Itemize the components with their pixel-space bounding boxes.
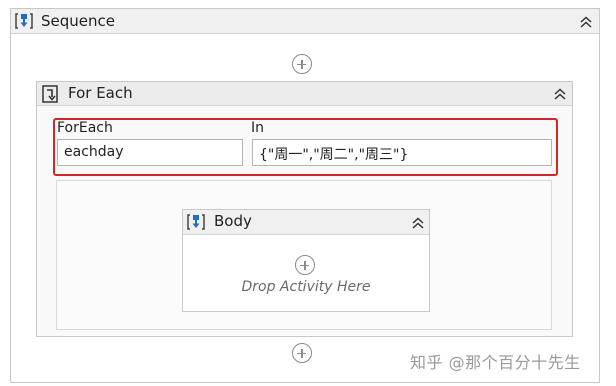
in-collection-field[interactable]: {"周一","周二","周三"} [252,139,552,166]
body-header[interactable]: Body [183,210,429,235]
foreach-icon [42,85,58,103]
collapse-chevrons-icon[interactable] [410,215,426,231]
foreach-activity[interactable]: For Each ForEach eachday In {"周一","周二","… [36,81,573,337]
watermark: 知乎 @那个百分十先生 [410,353,581,372]
sequence-title: Sequence [41,12,115,30]
item-variable-field[interactable]: eachday [57,139,243,166]
collapse-chevrons-icon[interactable] [552,86,568,102]
in-label: In [251,120,265,136]
body-title: Body [214,212,252,230]
sequence-activity[interactable]: Sequence For Each ForEach eachday In {"周… [10,8,600,383]
sequence-icon [187,214,205,230]
collapse-chevrons-icon[interactable] [578,14,594,30]
item-variable-label: ForEach [57,120,113,136]
add-activity-body-icon[interactable] [295,255,315,275]
add-activity-top-icon[interactable] [292,54,312,74]
body-activity[interactable]: Body Drop Activity Here [182,209,430,312]
drop-activity-hint: Drop Activity Here [241,279,371,295]
sequence-icon [15,13,33,29]
add-activity-bottom-icon[interactable] [292,343,312,363]
body-area: Body Drop Activity Here [56,180,552,330]
foreach-title: For Each [68,84,133,102]
foreach-header[interactable]: For Each [37,82,572,106]
sequence-header[interactable]: Sequence [11,9,599,34]
